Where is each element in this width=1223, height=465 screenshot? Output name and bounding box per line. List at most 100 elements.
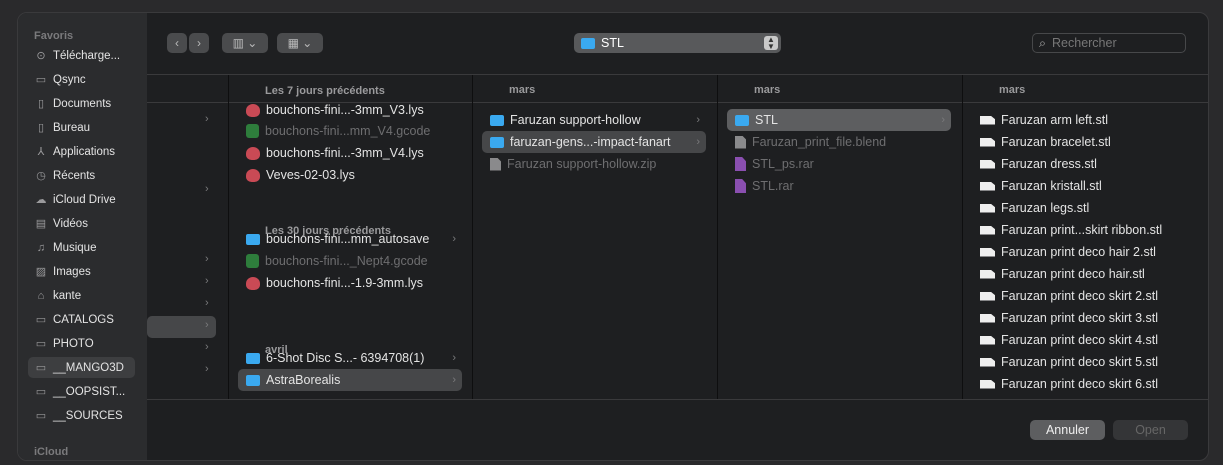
sidebar-item-label: Qsync <box>53 73 86 86</box>
sidebar-item[interactable]: ☁ iCloud Drive <box>28 189 135 210</box>
list-item[interactable]: bouchons-fini...-1.9-3mm.lys <box>238 272 462 294</box>
search-field[interactable]: ⌕ Rechercher <box>1032 33 1186 53</box>
zip-file-icon <box>490 157 501 171</box>
chevron-right-icon[interactable]: › <box>205 297 209 309</box>
home-icon: ⌂ <box>37 289 45 302</box>
image-icon: ▨ <box>35 266 47 278</box>
chevron-right-icon: › <box>452 374 456 386</box>
sidebar-item-label: Documents <box>53 97 112 110</box>
lys-file-icon <box>246 146 260 160</box>
cancel-button[interactable]: Annuler <box>1030 420 1105 440</box>
item-name: bouchons-fini...-3mm_V4.lys <box>266 146 424 160</box>
stl-file-icon <box>980 115 995 125</box>
sidebar-item-label: PHOTO <box>53 337 94 350</box>
item-name: bouchons-fini...-1.9-3mm.lys <box>266 276 424 290</box>
sidebar-item[interactable]: ◷ Récents <box>28 165 135 186</box>
chevron-right-icon[interactable]: › <box>205 253 209 265</box>
folder-icon: ▭ <box>35 314 47 326</box>
item-name: Faruzan arm left.stl <box>1001 113 1108 127</box>
list-item[interactable]: Faruzan print deco skirt 3.stl <box>972 307 1202 329</box>
sidebar-item[interactable]: ⊙ Télécharge... <box>28 45 135 66</box>
list-item[interactable]: Faruzan dress.stl <box>972 153 1202 175</box>
item-name: bouchons-fini...-3mm_V3.lys <box>266 104 424 117</box>
sidebar-item-label: __OOPSIST... <box>53 385 126 398</box>
list-item[interactable]: Faruzan arm left.stl <box>972 109 1202 131</box>
list-item[interactable]: Faruzan print deco skirt 4.stl <box>972 329 1202 351</box>
chevron-right-icon[interactable]: › <box>205 183 209 195</box>
sidebar-item-label: Bureau <box>53 121 91 134</box>
group-button[interactable]: ▦ ⌄ <box>277 33 323 53</box>
column-4: mars Faruzan arm left.stl Faruzan bracelet… <box>962 75 1208 399</box>
sidebar-item-label: Musique <box>53 241 97 254</box>
list-item[interactable]: STL › <box>727 109 951 131</box>
folder-icon <box>581 37 595 49</box>
grid-icon: ▦ ⌄ <box>287 36 313 50</box>
sidebar-item[interactable]: ▤ Vidéos <box>28 213 135 234</box>
list-item[interactable]: Faruzan support-hollow › <box>482 109 706 131</box>
sidebar-item[interactable]: ▭ Qsync <box>28 69 135 90</box>
list-item[interactable]: bouchons-fini...-3mm_V4.lys <box>238 142 462 164</box>
list-item[interactable]: Faruzan print deco hair.stl <box>972 263 1202 285</box>
list-item[interactable]: Faruzan print deco skirt 6.stl <box>972 373 1202 395</box>
chevron-left-icon: ‹ <box>175 36 179 50</box>
chevron-right-icon[interactable]: › <box>205 341 209 353</box>
gcode-file-icon <box>246 254 259 268</box>
list-item[interactable]: bouchons-fini..._Nept4.gcode <box>238 250 462 272</box>
sidebar-item[interactable]: ▭ __OOPSIST... <box>28 381 135 402</box>
sidebar-item[interactable]: ⅄ Applications <box>28 141 135 162</box>
list-item[interactable]: faruzan-gens...-impact-fanart › <box>482 131 706 153</box>
sidebar-item[interactable]: ▯ Bureau <box>28 117 135 138</box>
sidebar-item[interactable]: ⌂ kante <box>28 285 135 306</box>
list-item[interactable]: Faruzan kristall.stl <box>972 175 1202 197</box>
chevron-right-icon: › <box>941 114 945 126</box>
chevron-right-icon: › <box>197 36 201 50</box>
chevron-right-icon: › <box>452 233 456 245</box>
sidebar-item[interactable]: ♫ Musique <box>28 237 135 258</box>
sidebar-item[interactable]: ▨ Images <box>28 261 135 282</box>
list-item[interactable]: Veves-02-03.lys <box>238 164 462 186</box>
clock-icon: ◷ <box>36 170 46 182</box>
chevron-right-icon[interactable]: › <box>205 113 209 125</box>
stl-file-icon <box>980 137 995 147</box>
sidebar-item[interactable]: ▭ CATALOGS <box>28 309 135 330</box>
sidebar-item[interactable]: ▭ PHOTO <box>28 333 135 354</box>
chevron-right-icon[interactable]: › <box>205 319 209 331</box>
path-popup[interactable]: STL ▲ ▼ <box>574 33 781 53</box>
chevron-right-icon: › <box>452 352 456 364</box>
list-item[interactable]: Faruzan print deco skirt 2.stl <box>972 285 1202 307</box>
group-header: avril <box>265 344 288 356</box>
list-item[interactable]: AstraBorealis › <box>238 369 462 391</box>
item-name: Faruzan support-hollow <box>510 113 641 127</box>
column-2: mars Faruzan support-hollow › faruzan-gens.… <box>472 75 717 399</box>
back-button[interactable]: ‹ <box>167 33 187 53</box>
sidebar-item[interactable]: ▭ __MANGO3D <box>28 357 135 378</box>
column-3: mars STL › Faruzan_print_file.blend STL_ps.r… <box>717 75 962 399</box>
list-item[interactable]: Faruzan print deco skirt 5.stl <box>972 351 1202 373</box>
forward-button[interactable]: › <box>189 33 209 53</box>
search-placeholder: Rechercher <box>1052 36 1117 50</box>
list-item[interactable]: Faruzan_print_file.blend <box>727 131 951 153</box>
music-icon: ♫ <box>36 241 46 254</box>
list-item[interactable]: Faruzan bracelet.stl <box>972 131 1202 153</box>
item-name: STL_ps.rar <box>752 157 814 171</box>
column-0: › › › › › › › › <box>147 75 228 399</box>
chevron-right-icon[interactable]: › <box>205 363 209 375</box>
list-item[interactable]: STL_ps.rar <box>727 153 951 175</box>
sidebar-item[interactable]: ▯ Documents <box>28 93 135 114</box>
list-item[interactable]: Faruzan print...skirt ribbon.stl <box>972 219 1202 241</box>
list-item[interactable]: Faruzan print deco hair 2.stl <box>972 241 1202 263</box>
list-item[interactable]: bouchons-fini...-3mm_V3.lys <box>238 104 462 121</box>
up-down-stepper-icon: ▲ ▼ <box>764 36 778 51</box>
stl-file-icon <box>980 291 995 301</box>
chevron-right-icon[interactable]: › <box>205 275 209 287</box>
list-item[interactable]: STL.rar <box>727 175 951 197</box>
sidebar-item[interactable]: ▭ __SOURCES <box>28 405 135 426</box>
sidebar-item-label: Applications <box>53 145 116 158</box>
view-mode-button[interactable]: ▥ ⌄ <box>222 33 268 53</box>
open-button[interactable]: Open <box>1113 420 1188 440</box>
list-item[interactable]: Faruzan support-hollow.zip <box>482 153 706 175</box>
document-icon: ▯ <box>37 98 45 110</box>
list-item[interactable]: Faruzan legs.stl <box>972 197 1202 219</box>
lys-file-icon <box>246 276 260 290</box>
list-item[interactable]: bouchons-fini...mm_V4.gcode <box>238 120 462 142</box>
